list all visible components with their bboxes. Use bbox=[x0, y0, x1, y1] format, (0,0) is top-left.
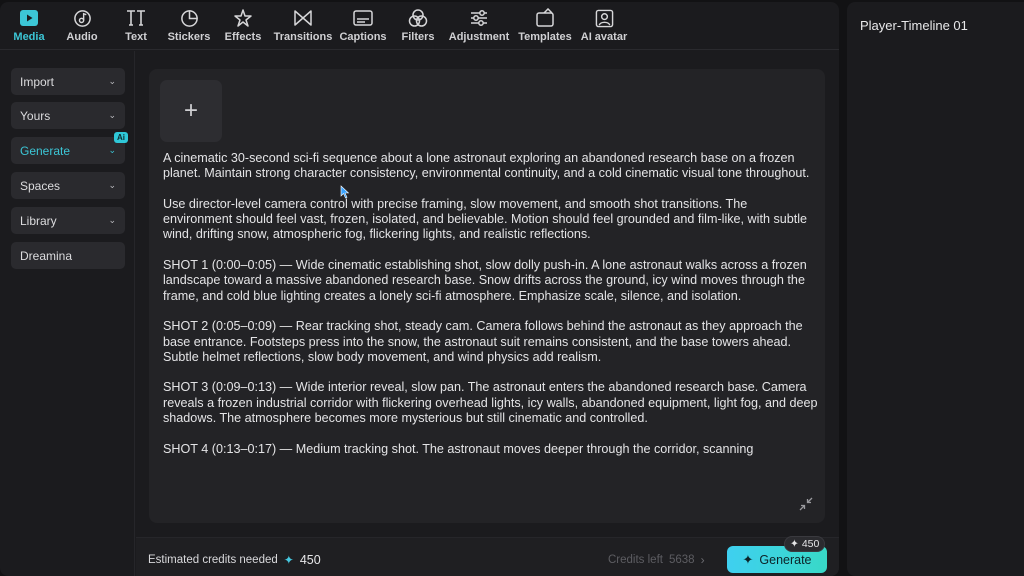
tab-label: Transitions bbox=[273, 31, 333, 43]
generate-label: Generate bbox=[759, 552, 812, 567]
audio-icon bbox=[72, 8, 92, 28]
effects-icon bbox=[233, 8, 253, 28]
sparkle-icon: ✦ bbox=[742, 551, 754, 567]
tab-transitions[interactable]: Transitions bbox=[271, 8, 335, 43]
tab-label: Adjustment bbox=[448, 31, 510, 43]
chevron-down-icon: ⌄ bbox=[108, 145, 116, 155]
prompt-paragraph: SHOT 2 (0:05–0:09) — Rear tracking shot,… bbox=[163, 319, 803, 364]
chevron-down-icon: ⌄ bbox=[108, 110, 116, 120]
collapse-icon[interactable] bbox=[799, 497, 813, 511]
tab-label: Templates bbox=[518, 31, 572, 43]
ai-badge: Ai bbox=[114, 132, 128, 143]
tab-label: Media bbox=[13, 31, 45, 43]
transitions-icon bbox=[293, 8, 313, 28]
filters-icon bbox=[408, 8, 428, 28]
sidebar-item-label: Spaces bbox=[20, 178, 61, 193]
prompt-box[interactable]: + A cinematic 30-second sci-fi sequence … bbox=[149, 69, 825, 523]
credits-left-value: 5638 bbox=[668, 554, 695, 566]
ai-avatar-icon bbox=[594, 8, 614, 28]
prompt-paragraph: Use director-level camera control with p… bbox=[163, 196, 808, 242]
tab-ai-avatar[interactable]: AI avatar bbox=[572, 8, 636, 43]
top-toolbar: Media Audio Text Stickers Effects Transi… bbox=[0, 2, 839, 50]
sidebar-item-spaces[interactable]: Spaces ⌄ bbox=[11, 172, 125, 199]
plus-icon: + bbox=[183, 97, 198, 124]
sparkle-icon: ✦ bbox=[283, 553, 294, 567]
tab-label: Stickers bbox=[167, 31, 211, 43]
tab-adjustment[interactable]: Adjustment bbox=[447, 8, 511, 43]
chevron-down-icon: ⌄ bbox=[108, 76, 116, 86]
mouse-cursor-icon bbox=[340, 185, 350, 199]
chevron-right-icon: › bbox=[700, 553, 705, 567]
chevron-down-icon: ⌄ bbox=[108, 180, 116, 190]
tab-templates[interactable]: Templates bbox=[513, 8, 577, 43]
generate-cost-value: 450 bbox=[801, 538, 820, 550]
generate-cost-badge: ✦ 450 bbox=[784, 536, 826, 552]
prompt-paragraph: SHOT 3 (0:09–0:13) — Wide interior revea… bbox=[163, 380, 818, 426]
tab-label: Filters bbox=[401, 31, 435, 43]
sidebar-item-label: Library bbox=[20, 213, 57, 228]
sidebar-item-yours[interactable]: Yours ⌄ bbox=[11, 102, 125, 129]
estimated-credits-label: Estimated credits needed bbox=[148, 554, 278, 566]
templates-icon bbox=[535, 8, 555, 28]
sidebar-item-generate[interactable]: Generate ⌄ Ai bbox=[11, 132, 128, 164]
player-title: Player-Timeline 01 bbox=[860, 18, 968, 33]
add-reference-button[interactable]: + bbox=[160, 80, 222, 142]
prompt-paragraph: A cinematic 30-second sci-fi sequence ab… bbox=[163, 151, 810, 181]
prompt-paragraph: SHOT 4 (0:13–0:17) — Medium tracking sho… bbox=[163, 441, 754, 456]
text-icon bbox=[126, 8, 146, 28]
sidebar-item-label: Dreamina bbox=[20, 248, 73, 263]
player-panel: Player-Timeline 01 bbox=[847, 2, 1024, 576]
editor-main-panel: Media Audio Text Stickers Effects Transi… bbox=[0, 2, 839, 576]
captions-icon bbox=[353, 8, 373, 28]
prompt-paragraph: SHOT 1 (0:00–0:05) — Wide cinematic esta… bbox=[163, 258, 807, 303]
tab-label: Effects bbox=[224, 31, 262, 43]
tab-filters[interactable]: Filters bbox=[386, 8, 450, 43]
tab-effects[interactable]: Effects bbox=[211, 8, 275, 43]
media-icon bbox=[19, 8, 39, 28]
estimated-credits-value: 450 bbox=[299, 553, 321, 567]
sidebar-item-dreamina[interactable]: Dreamina bbox=[11, 242, 125, 269]
tab-label: Captions bbox=[339, 31, 387, 43]
sidebar-item-import[interactable]: Import ⌄ bbox=[11, 68, 125, 95]
sidebar-item-library[interactable]: Library ⌄ bbox=[11, 207, 125, 234]
adjustment-icon bbox=[469, 8, 489, 28]
sidebar-item-label: Yours bbox=[20, 108, 51, 123]
credits-left-link[interactable]: Credits left 5638 › bbox=[608, 553, 705, 567]
prompt-textarea[interactable]: A cinematic 30-second sci-fi sequence ab… bbox=[163, 151, 819, 484]
sparkle-icon: ✦ bbox=[790, 538, 799, 550]
estimated-credits: Estimated credits needed ✦ 450 bbox=[148, 553, 321, 567]
stickers-icon bbox=[179, 8, 199, 28]
tab-label: Audio bbox=[66, 31, 98, 43]
sidebar-item-label: Generate bbox=[20, 143, 71, 158]
tab-label: AI avatar bbox=[580, 31, 628, 43]
sidebar-item-label: Import bbox=[20, 74, 55, 89]
chevron-down-icon: ⌄ bbox=[108, 215, 116, 225]
generate-footer: Estimated credits needed ✦ 450 Credits l… bbox=[136, 536, 839, 576]
credits-left-label: Credits left bbox=[608, 554, 663, 566]
media-sidebar: Import ⌄ Yours ⌄ Generate ⌄ Ai Spaces ⌄ … bbox=[0, 51, 135, 576]
tab-label: Text bbox=[125, 31, 147, 43]
